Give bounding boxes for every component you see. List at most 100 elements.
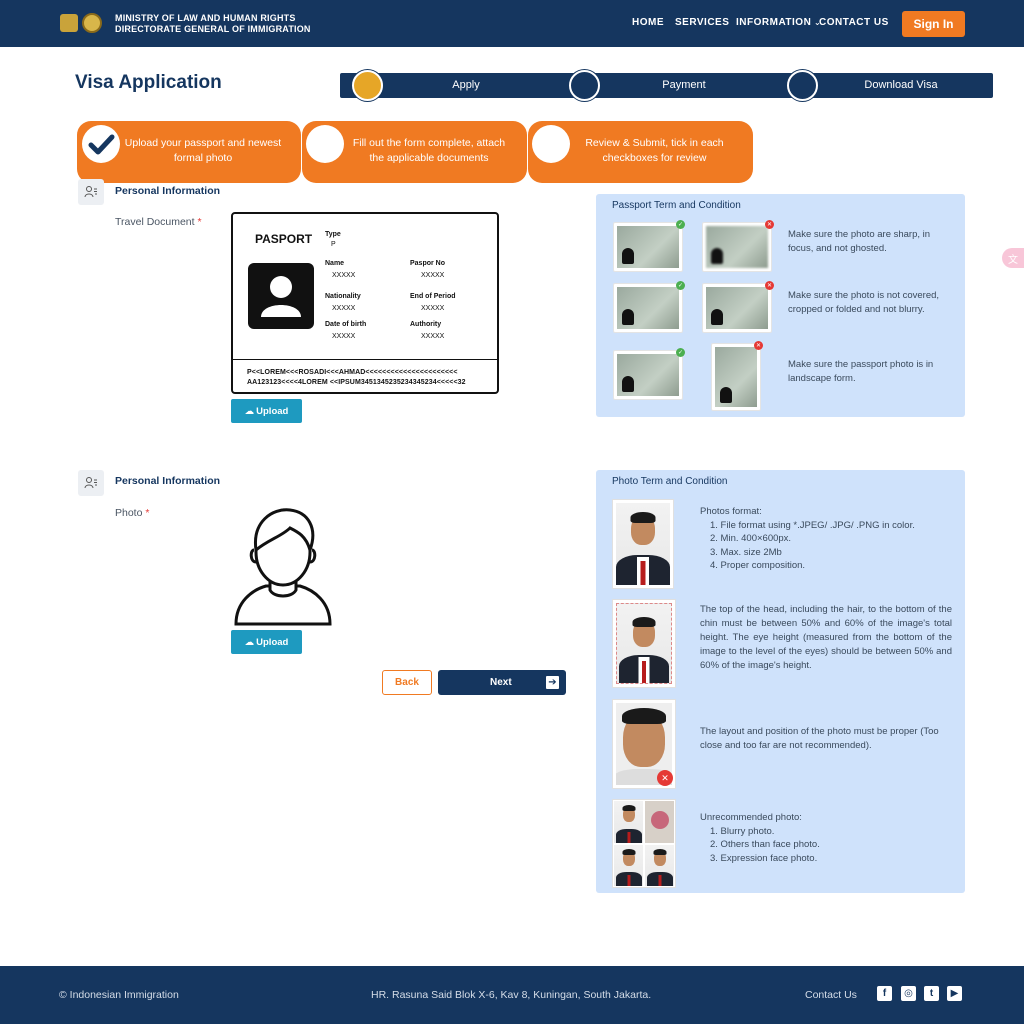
- sample-unrecommended-grid: [612, 799, 676, 888]
- next-label: Next: [490, 677, 512, 688]
- unrecommended-item: 2. Others than face photo.: [710, 839, 820, 850]
- photo-head-rule: The top of the head, including the hair,…: [700, 604, 952, 671]
- immigration-emblem-icon: [82, 13, 102, 33]
- cloud-upload-icon: ☁: [244, 405, 255, 417]
- passport-good-sharp: ✓: [613, 220, 685, 272]
- upload-passport-label: Upload: [256, 405, 289, 417]
- section-title-passport: Personal Information: [115, 185, 221, 197]
- instruction-steps: Upload your passport and newest formal p…: [77, 121, 753, 183]
- nav-information-label: INFORMATION: [736, 17, 812, 28]
- photo-unrecommended-block: Unrecommended photo: 1. Blurry photo. 2.…: [700, 811, 950, 865]
- check-icon: [82, 125, 120, 163]
- passport-bad-blurry: ✕: [702, 220, 774, 272]
- sign-in-button[interactable]: Sign In: [902, 11, 965, 37]
- pp-nationality-label: Nationality: [325, 293, 361, 300]
- org-line-1: MINISTRY OF LAW AND HUMAN RIGHTS: [115, 13, 296, 23]
- org-name: MINISTRY OF LAW AND HUMAN RIGHTS DIRECTO…: [115, 13, 311, 35]
- back-button[interactable]: Back: [382, 670, 432, 695]
- passport-bad-covered: ✕: [702, 281, 774, 333]
- step-2-circle: [306, 125, 344, 163]
- passport-term-2: Make sure the photo is not covered, crop…: [788, 290, 940, 315]
- footer-contact-us[interactable]: Contact Us: [805, 989, 857, 1001]
- step-download-label: Download Visa: [864, 79, 938, 91]
- photo-format-item: 1. File format using *.JPEG/ .JPG/ .PNG …: [710, 519, 915, 531]
- step-payment-label: Payment: [662, 79, 706, 91]
- passport-sample: PASPORT Type P Name XXXXX Paspor No XXXX…: [231, 212, 499, 394]
- upload-photo-label: Upload: [256, 636, 289, 648]
- photo-terms-title: Photo Term and Condition: [612, 476, 728, 487]
- instruction-1-text: Upload your passport and newest formal p…: [124, 137, 282, 164]
- pp-authority-value: XXXXX: [421, 333, 445, 340]
- travel-document-label: Travel Document *: [115, 216, 202, 228]
- next-button[interactable]: Next ➔: [438, 670, 566, 695]
- sample-measurement-photo: [612, 599, 676, 688]
- cross-badge-icon: ✕: [765, 281, 774, 290]
- photo-format-item: 3. Max. size 2Mb: [710, 546, 782, 558]
- instruction-3-text: Review & Submit, tick in each checkboxes…: [585, 137, 724, 164]
- photo-format-item: 4. Proper composition.: [710, 560, 806, 571]
- footer-address: HR. Rasuna Said Blok X-6, Kav 8, Kuninga…: [371, 989, 652, 1001]
- photo-format-item: 2. Min. 400×600px.: [710, 533, 792, 544]
- cross-badge-icon: ✕: [657, 770, 673, 786]
- nav-contact-us[interactable]: CONTACT US: [819, 17, 889, 28]
- page-title: Visa Application: [75, 72, 222, 93]
- sample-close-photo: ✕: [612, 699, 676, 789]
- step-apply-label: Apply: [452, 79, 480, 91]
- pp-dob-label: Date of birth: [325, 321, 367, 328]
- required-mark: *: [197, 216, 202, 228]
- facebook-icon[interactable]: f: [877, 986, 892, 1001]
- sample-formal-photo: [612, 499, 674, 589]
- passport-photo-placeholder: [248, 263, 314, 329]
- required-mark: *: [145, 507, 150, 519]
- mrz-line-1: P<<LOREM<<<ROSADI<<<AHMAD<<<<<<<<<<<<<<<…: [247, 369, 458, 376]
- pp-dob-value: XXXXX: [332, 333, 356, 340]
- pp-nationality-value: XXXXX: [332, 305, 356, 312]
- photo-label-text: Photo: [115, 507, 143, 519]
- upload-passport-button[interactable]: ☁ Upload: [231, 399, 302, 423]
- nav-services[interactable]: SERVICES: [675, 17, 729, 28]
- instagram-icon[interactable]: ◎: [901, 986, 916, 1001]
- passport-term-1: Make sure the photo are sharp, in focus,…: [788, 229, 931, 254]
- cloud-upload-icon: ☁: [244, 636, 255, 648]
- org-line-2: DIRECTORATE GENERAL OF IMMIGRATION: [115, 24, 311, 34]
- pp-paspor-no-value: XXXXX: [421, 272, 445, 279]
- ministry-emblem-icon: [60, 14, 78, 32]
- nav-home[interactable]: HOME: [632, 17, 664, 28]
- photo-format-block: Photos format: 1. File format using *.JP…: [700, 505, 950, 573]
- arrow-right-icon: ➔: [546, 676, 559, 689]
- pp-end-value: XXXXX: [421, 305, 445, 312]
- footer: © Indonesian Immigration HR. Rasuna Said…: [0, 966, 1024, 1024]
- step-3-circle: [532, 125, 570, 163]
- upload-photo-button[interactable]: ☁ Upload: [231, 630, 302, 654]
- user-info-icon: [78, 179, 104, 205]
- check-badge-icon: ✓: [676, 220, 685, 229]
- pp-name-label: Name: [325, 260, 345, 267]
- check-badge-icon: ✓: [676, 348, 685, 357]
- step-apply-indicator: [352, 70, 383, 101]
- passport-term-3: Make sure the passport photo is in lands…: [788, 359, 934, 384]
- passport-good-landscape: ✓: [613, 348, 685, 400]
- cross-badge-icon: ✕: [754, 341, 763, 350]
- pp-name-value: XXXXX: [332, 272, 356, 279]
- unrecommended-item: 1. Blurry photo.: [710, 825, 775, 837]
- nav-information[interactable]: INFORMATION ⌄: [736, 17, 821, 28]
- logo[interactable]: [60, 13, 102, 33]
- photo-layout-rule: The layout and position of the photo mus…: [700, 726, 939, 751]
- pp-paspor-no-label: Paspor No: [410, 260, 446, 267]
- passport-good-uncovered: ✓: [613, 281, 685, 333]
- mrz-line-2: AA123123<<<<4LOREM <<IPSUM34513452352343…: [247, 379, 466, 386]
- cross-badge-icon: ✕: [765, 220, 774, 229]
- pp-type-label: Type: [325, 231, 341, 238]
- passport-bad-portrait: ✕: [711, 341, 763, 411]
- twitter-icon[interactable]: t: [924, 986, 939, 1001]
- section-title-photo: Personal Information: [115, 475, 221, 487]
- passport-terms-title: Passport Term and Condition: [612, 200, 741, 211]
- pp-type-value: P: [331, 241, 336, 248]
- person-silhouette-icon: [232, 506, 334, 626]
- step-download-indicator: [787, 70, 818, 101]
- user-info-icon: [78, 470, 104, 496]
- instruction-2-text: Fill out the form complete, attach the a…: [352, 137, 506, 164]
- youtube-icon[interactable]: ▶: [947, 986, 962, 1001]
- travel-document-text: Travel Document: [115, 216, 195, 228]
- translate-icon[interactable]: 文: [1002, 248, 1024, 268]
